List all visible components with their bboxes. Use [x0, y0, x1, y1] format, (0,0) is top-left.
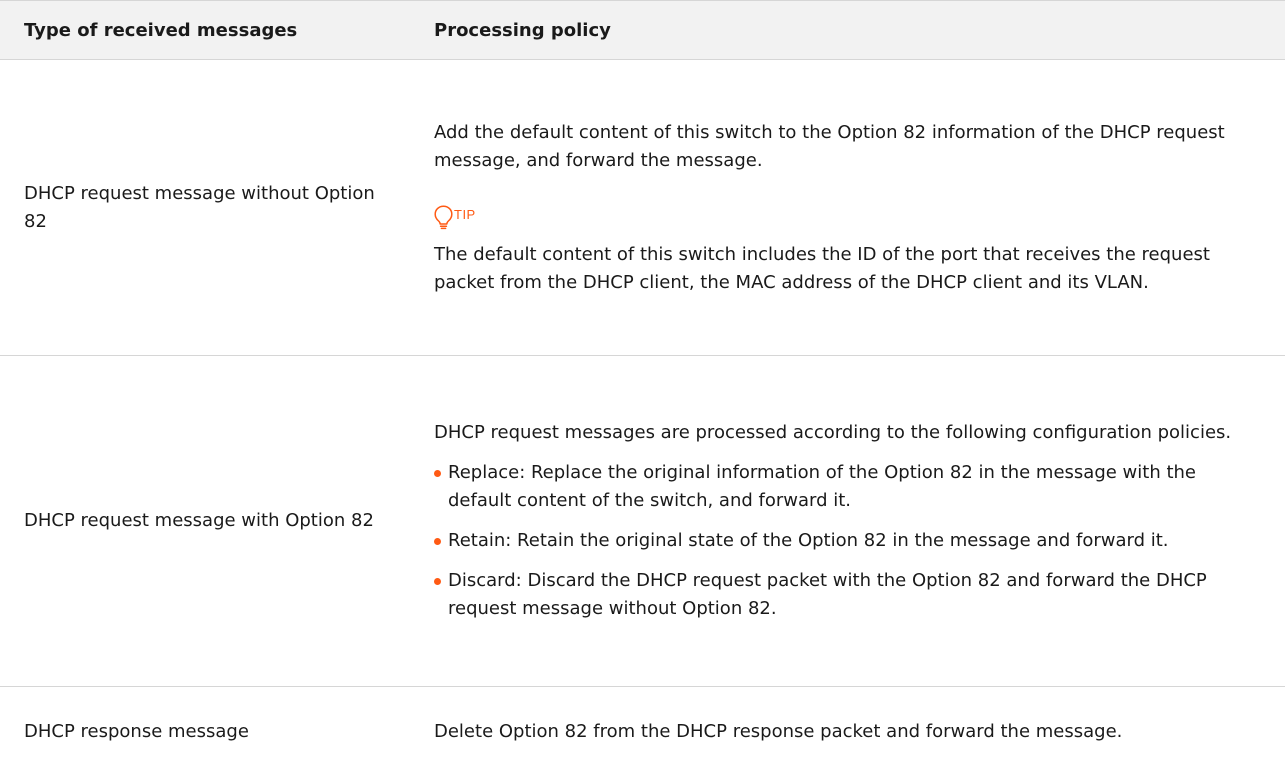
header-processing-policy: Processing policy: [413, 0, 1285, 60]
policy-text: Add the default content of this switch t…: [434, 121, 1225, 171]
list-item-text: Discard: Discard the DHCP request packet…: [448, 570, 1207, 619]
table-row: DHCP request message with Option 82 DHCP…: [0, 355, 1285, 687]
bullet-dot: [434, 578, 441, 585]
policy-cell: Add the default content of this switch t…: [413, 59, 1285, 356]
list-item: Replace: Replace the original informatio…: [434, 459, 1255, 515]
list-item: Discard: Discard the DHCP request packet…: [434, 567, 1255, 623]
list-item-text: Replace: Replace the original informatio…: [448, 462, 1196, 511]
policy-cell: DHCP request messages are processed acco…: [413, 355, 1285, 687]
header-row: Type of received messages Processing pol…: [0, 0, 1285, 60]
policy-list: Replace: Replace the original informatio…: [434, 459, 1255, 623]
message-type-cell: DHCP request message without Option 82: [0, 59, 413, 356]
policy-cell: Delete Option 82 from the DHCP response …: [413, 687, 1285, 778]
bullet-dot: [434, 538, 441, 545]
tip-text: The default content of this switch inclu…: [434, 243, 1210, 293]
lightbulb-icon: [434, 204, 453, 231]
table-row: DHCP request message without Option 82 A…: [0, 59, 1285, 356]
tip-label: TIP: [454, 206, 476, 222]
header-type-of-received-messages: Type of received messages: [0, 0, 413, 60]
message-type-cell: DHCP response message: [24, 721, 249, 742]
option82-policy-table: Type of received messages Processing pol…: [0, 0, 1285, 777]
table-header: Type of received messages Processing pol…: [0, 0, 1285, 60]
tip-callout: TIP: [434, 197, 1255, 231]
table-row: DHCP response message Delete Option 82 f…: [0, 687, 1285, 778]
message-type-cell: DHCP request message with Option 82: [0, 355, 413, 687]
policy-text: DHCP request messages are processed acco…: [434, 422, 1232, 443]
list-item: Retain: Retain the original state of the…: [434, 527, 1255, 555]
list-item-text: Retain: Retain the original state of the…: [448, 530, 1169, 551]
bullet-dot: [434, 470, 441, 477]
policy-text: Delete Option 82 from the DHCP response …: [434, 721, 1123, 742]
